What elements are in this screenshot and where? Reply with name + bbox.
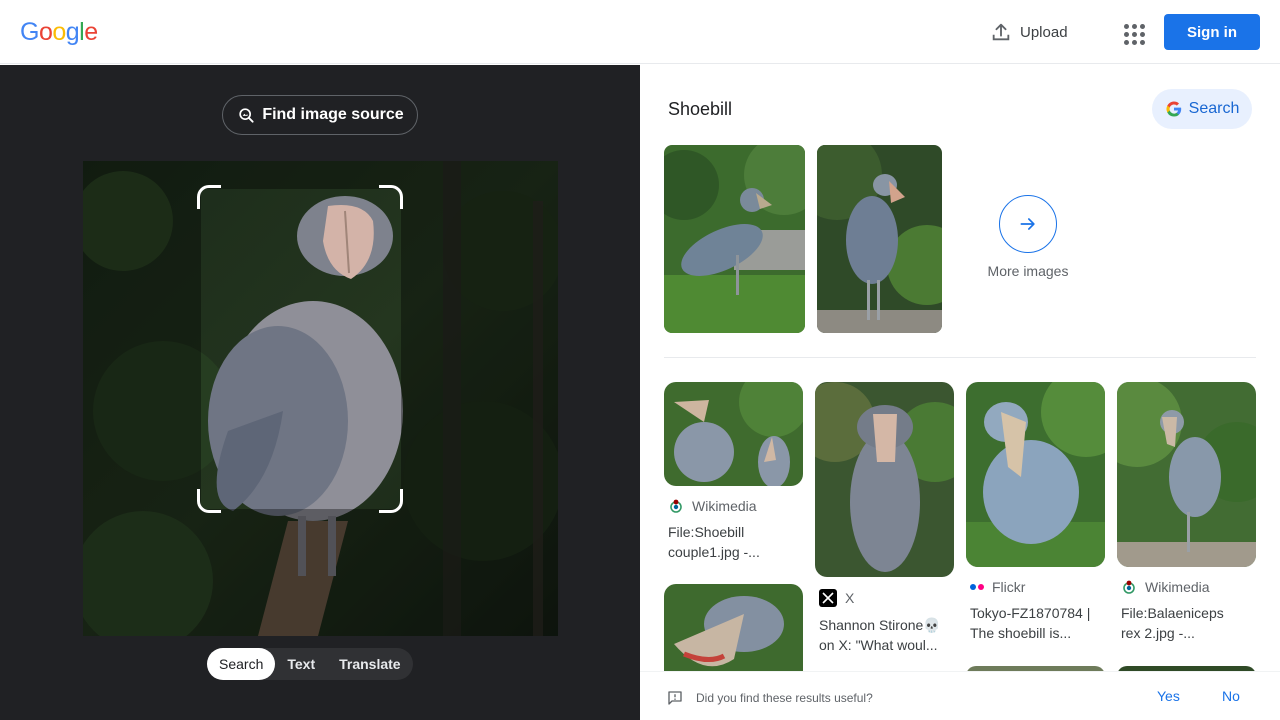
crop-handle-top-right[interactable] [379,185,403,209]
tab-text[interactable]: Text [275,648,327,680]
visual-match-card[interactable]: Wikimedia File:Shoebill couple1.jpg -... [664,382,803,562]
title-line: Tokyo-FZ1870784 | [970,605,1091,621]
image-search-icon [239,108,254,123]
feedback-question: Did you find these results useful? [666,689,873,707]
result-title: Shoebill [668,99,733,119]
visual-match-card[interactable] [664,584,803,684]
upload-icon [992,23,1010,41]
visual-match-card[interactable]: Wikimedia File:Balaeniceps rex 2.jpg -..… [1117,382,1256,643]
flickr-icon [970,584,984,590]
result-image[interactable] [664,145,805,333]
crop-handle-bottom-right[interactable] [379,489,403,513]
crop-handle-top-left[interactable] [197,185,221,209]
more-images-link[interactable]: More images [986,195,1070,279]
title-line: rex 2.jpg -... [1121,625,1195,641]
feedback-no-button[interactable]: No [1222,688,1240,704]
results-panel: Shoebill Search More images Wikimedia Fi… [640,65,1280,720]
google-search-label: Search [1188,100,1240,117]
tab-translate[interactable]: Translate [327,648,412,680]
source-name: Flickr [992,579,1026,595]
logo-letter: o [52,18,66,46]
tab-search[interactable]: Search [207,648,276,680]
source-row: Wikimedia [664,498,803,514]
title-line: Shannon Stirone💀 [819,617,941,633]
lens-mode-tabs: Search Text Translate [207,648,413,680]
x-logo-icon [819,589,837,607]
section-divider [664,357,1256,358]
source-name: Wikimedia [1145,579,1210,595]
source-row: Flickr [966,579,1105,595]
visual-match-thumbnail[interactable] [1117,382,1256,567]
visual-match-title[interactable]: File:Shoebill couple1.jpg -... [664,522,803,562]
logo-letter: G [20,18,39,46]
google-g-icon [1166,101,1181,117]
visual-match-thumbnail[interactable] [664,584,803,684]
find-image-source-button[interactable]: Find image source [222,95,418,135]
google-search-button[interactable]: Search [1152,89,1252,129]
feedback-question-text: Did you find these results useful? [696,691,873,705]
crop-handle-bottom-left[interactable] [197,489,221,513]
visual-match-card[interactable]: Flickr Tokyo-FZ1870784 | The shoebill is… [966,382,1105,643]
upload-button[interactable]: Upload [990,18,1068,46]
wikimedia-icon [670,499,682,513]
logo-letter: o [38,18,53,46]
feedback-bar: Did you find these results useful? Yes N… [640,671,1280,720]
wikimedia-icon [1123,580,1135,594]
visual-match-thumbnail[interactable] [966,382,1105,567]
visual-match-card[interactable]: X Shannon Stirone💀 on X: "What woul... [815,382,954,655]
visual-match-thumbnail[interactable] [664,382,803,486]
google-logo[interactable]: Google [20,18,98,47]
source-row: Wikimedia [1117,579,1256,595]
title-line: on X: "What woul... [819,637,938,653]
sign-in-button[interactable]: Sign in [1164,14,1260,50]
source-row: X [815,589,954,607]
title-line: couple1.jpg -... [668,544,760,560]
source-name: X [845,590,855,606]
result-image[interactable] [817,145,942,333]
more-images-label: More images [987,263,1069,279]
title-line: The shoebill is... [970,625,1072,641]
arrow-right-icon [999,195,1057,253]
lens-image-panel: Find image source Search Text Translate [0,65,640,720]
source-name: Wikimedia [692,498,757,514]
query-image[interactable] [83,161,558,636]
visual-match-title[interactable]: Tokyo-FZ1870784 | The shoebill is... [966,603,1105,643]
visual-match-title[interactable]: File:Balaeniceps rex 2.jpg -... [1117,603,1256,643]
feedback-yes-button[interactable]: Yes [1157,688,1180,704]
top-bar: Google Upload Sign in [0,0,1280,64]
upload-label: Upload [1020,23,1068,41]
logo-letter: e [84,18,98,46]
feedback-icon [668,691,682,705]
logo-letter: g [65,18,80,46]
visual-match-title[interactable]: Shannon Stirone💀 on X: "What woul... [815,615,954,655]
apps-grid-icon[interactable] [1116,16,1148,48]
find-image-source-label: Find image source [262,106,404,123]
visual-match-thumbnail[interactable] [815,382,954,577]
title-line: File:Balaeniceps [1121,605,1224,621]
title-line: File:Shoebill [668,524,745,540]
